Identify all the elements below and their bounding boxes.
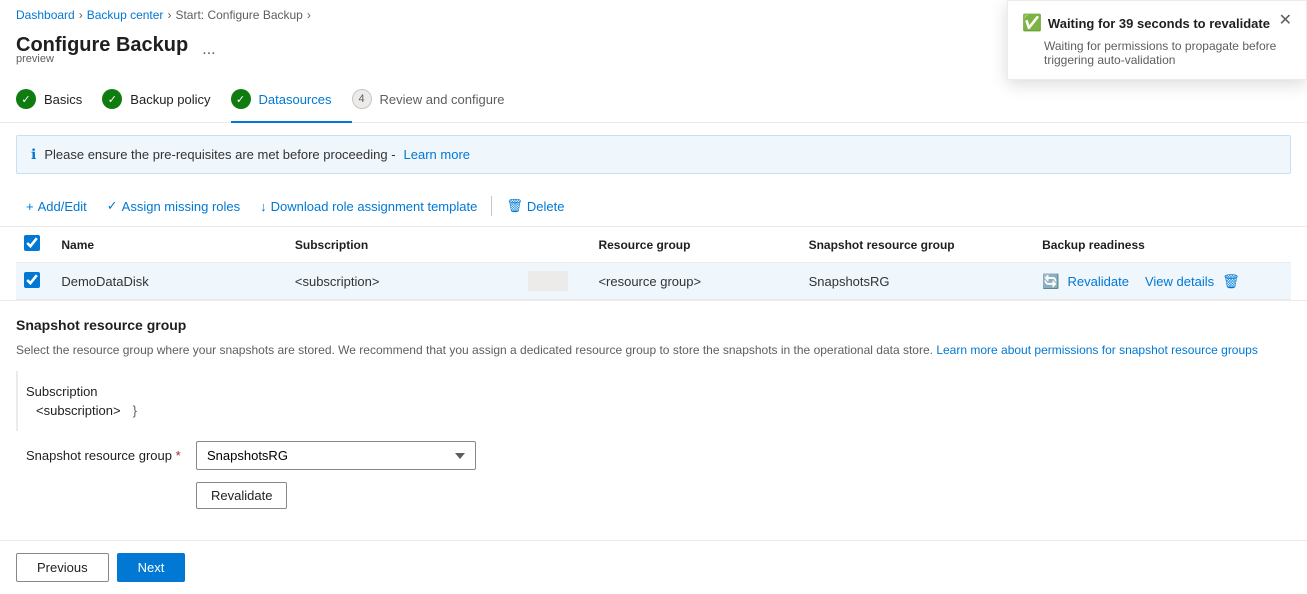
panel-description: Select the resource group where your sna…	[16, 341, 1291, 359]
learn-more-link[interactable]: Learn more	[404, 147, 470, 162]
add-icon: +	[26, 199, 34, 214]
col-header-backup-readiness: Backup readiness	[1034, 227, 1291, 263]
step-datasources[interactable]: ✓ Datasources	[231, 77, 352, 123]
step-backup-policy-icon: ✓	[102, 89, 122, 109]
step-basics-label: Basics	[44, 92, 82, 107]
assign-roles-button[interactable]: ✓ Assign missing roles	[97, 194, 250, 218]
subscription-value: <subscription>	[36, 403, 121, 418]
info-bar: ℹ Please ensure the pre-requisites are m…	[16, 135, 1291, 174]
subscription-row: Subscription <subscription> }	[16, 371, 1291, 431]
notification-popup: ✅ Waiting for 39 seconds to revalidate ✕…	[1007, 0, 1307, 80]
revalidate-link[interactable]: Revalidate	[1068, 274, 1129, 289]
notification-close-button[interactable]: ✕	[1279, 13, 1292, 29]
panel-learn-more-link[interactable]: Learn more about permissions for snapsho…	[936, 343, 1258, 357]
step-backup-policy[interactable]: ✓ Backup policy	[102, 77, 230, 123]
row-snapshot-rg-cell: SnapshotsRG	[801, 263, 1035, 300]
add-edit-label: Add/Edit	[38, 199, 87, 214]
download-template-button[interactable]: ↓ Download role assignment template	[250, 195, 487, 218]
breadcrumb-backup-center[interactable]: Backup center	[87, 8, 164, 22]
step-review-label: Review and configure	[380, 92, 505, 107]
row-name-cell: DemoDataDisk	[53, 263, 287, 300]
delete-label: Delete	[527, 199, 565, 214]
subscription-label: Subscription	[26, 384, 137, 399]
step-backup-policy-label: Backup policy	[130, 92, 210, 107]
col-header-subscription: Subscription	[287, 227, 521, 263]
step-datasources-icon: ✓	[231, 89, 251, 109]
info-icon: ℹ	[31, 146, 36, 163]
toolbar-separator	[491, 196, 492, 216]
notification-header: ✅ Waiting for 39 seconds to revalidate ✕	[1022, 13, 1292, 33]
snapshot-rg-row: Snapshot resource group * SnapshotsRG	[26, 441, 1291, 470]
info-text: Please ensure the pre-requisites are met…	[44, 147, 395, 162]
ellipsis-button[interactable]: ...	[196, 39, 221, 61]
step-review-icon: 4	[352, 89, 372, 109]
page-wrapper: Dashboard › Backup center › Start: Confi…	[0, 0, 1307, 594]
subscription-arrow: }	[133, 403, 137, 418]
snapshot-rg-label: Snapshot resource group *	[26, 448, 196, 463]
row-delete-icon[interactable]: 🗑	[1222, 273, 1240, 290]
select-all-checkbox[interactable]	[24, 235, 40, 251]
toolbar: + Add/Edit ✓ Assign missing roles ↓ Down…	[0, 186, 1307, 227]
checkmark-icon: ✓	[107, 198, 118, 214]
revalidate-spinner-icon: 🔄	[1042, 273, 1059, 290]
download-icon: ↓	[260, 199, 267, 214]
datasources-table: Name Subscription Resource group Snapsho…	[16, 227, 1291, 300]
step-datasources-label: Datasources	[259, 92, 332, 107]
col-header-checkbox	[16, 227, 53, 263]
snapshot-rg-panel: Snapshot resource group Select the resou…	[0, 300, 1307, 525]
notification-title: Waiting for 39 seconds to revalidate	[1048, 16, 1270, 31]
assign-roles-label: Assign missing roles	[122, 199, 241, 214]
table-row: DemoDataDisk <subscription> <resource gr…	[16, 263, 1291, 300]
step-basics-icon: ✓	[16, 89, 36, 109]
steps-bar: ✓ Basics ✓ Backup policy ✓ Datasources 4…	[0, 77, 1307, 123]
notification-body: Waiting for permissions to propagate bef…	[1022, 39, 1292, 67]
table-header-row: Name Subscription Resource group Snapsho…	[16, 227, 1291, 263]
row-backup-readiness-cell: 🔄 Revalidate View details 🗑	[1034, 263, 1291, 300]
row-subscription-cell: <subscription>	[287, 263, 521, 300]
revalidate-button[interactable]: Revalidate	[196, 482, 287, 509]
previous-button[interactable]: Previous	[16, 553, 109, 582]
snapshot-rg-dropdown[interactable]: SnapshotsRG	[196, 441, 476, 470]
col-header-rg-placeholder	[520, 227, 590, 263]
delete-button[interactable]: 🗑 Delete	[496, 194, 574, 218]
step-review[interactable]: 4 Review and configure	[352, 77, 525, 123]
panel-title: Snapshot resource group	[16, 317, 1291, 333]
breadcrumb-dashboard[interactable]: Dashboard	[16, 8, 75, 22]
next-button[interactable]: Next	[117, 553, 186, 582]
row-rg-placeholder-cell	[520, 263, 590, 300]
trash-icon: 🗑	[506, 198, 523, 214]
row-checkbox-cell	[16, 263, 53, 300]
row-resource-group-cell: <resource group>	[590, 263, 800, 300]
col-header-name: Name	[53, 227, 287, 263]
view-details-link[interactable]: View details	[1145, 274, 1214, 289]
add-edit-button[interactable]: + Add/Edit	[16, 195, 97, 218]
col-header-resource-group: Resource group	[590, 227, 800, 263]
breadcrumb-current: Start: Configure Backup	[175, 8, 302, 22]
revalidate-btn-wrapper: Revalidate	[196, 482, 1291, 509]
download-label: Download role assignment template	[271, 199, 478, 214]
notification-check-icon: ✅	[1022, 13, 1042, 33]
col-header-snapshot-rg: Snapshot resource group	[801, 227, 1035, 263]
step-basics[interactable]: ✓ Basics	[16, 77, 102, 123]
table-wrapper: Name Subscription Resource group Snapsho…	[0, 227, 1307, 300]
row-checkbox[interactable]	[24, 272, 40, 288]
page-footer: Previous Next	[0, 540, 1307, 594]
